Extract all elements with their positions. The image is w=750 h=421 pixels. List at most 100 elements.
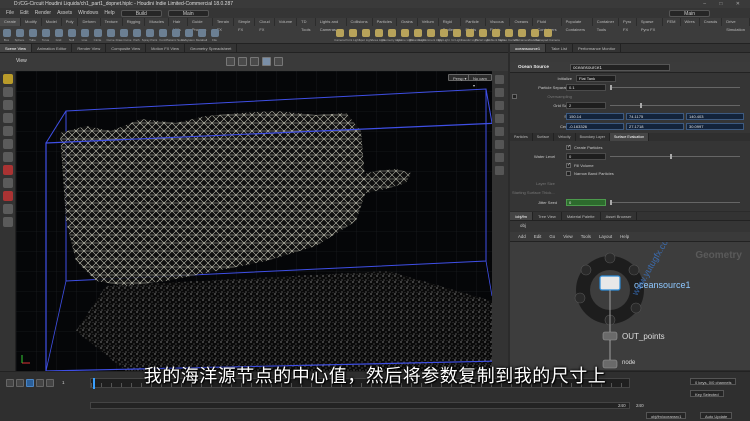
center-x-field[interactable]: -0.163326 — [566, 123, 624, 130]
subtab-surface-evaluation[interactable]: Surface Evaluation — [609, 133, 650, 141]
shelf-tool[interactable]: Line — [78, 28, 91, 42]
tab-material-palette[interactable]: Material Palette — [562, 212, 601, 220]
grid-scale-slider[interactable] — [610, 103, 740, 108]
subtab-velocity[interactable]: Velocity — [554, 133, 576, 141]
shelf-tab[interactable]: Muscles — [145, 18, 169, 26]
size-y-field[interactable]: 74.1175 — [626, 113, 684, 120]
window-controls[interactable]: – □ ✕ — [703, 0, 746, 8]
shelf-tab[interactable]: Collisions — [347, 18, 373, 26]
grid-scale-field[interactable]: 2 — [566, 102, 606, 109]
shelf-tab[interactable]: Create — [0, 18, 22, 26]
network-editor[interactable]: Geometry oceansource1 OUT_points node ww… — [510, 242, 750, 370]
center-z-field[interactable]: 30.0997 — [686, 123, 744, 130]
shelf-tab[interactable]: Oceans — [510, 18, 534, 26]
shaded-icon[interactable] — [495, 101, 504, 110]
oversampling-checkbox[interactable] — [512, 94, 517, 99]
shelf-tab[interactable]: Wires — [681, 18, 700, 26]
subtab-particles[interactable]: Particles — [510, 133, 533, 141]
menu-render[interactable]: Render — [35, 10, 51, 16]
net-menu-layout[interactable]: Layout — [599, 234, 612, 239]
close-button[interactable]: ✕ — [736, 1, 746, 7]
water-level-slider[interactable] — [610, 154, 740, 159]
shelf-tool[interactable]: VR Camera — [514, 28, 529, 42]
menu-assets[interactable]: Assets — [57, 10, 72, 16]
right-desktop-selector[interactable]: Main — [669, 9, 710, 17]
jitter-seed-field[interactable]: 0 — [566, 199, 606, 206]
tab-composite-view[interactable]: Composite View — [106, 44, 147, 52]
create-particles-checkbox[interactable] — [566, 144, 571, 150]
shelf-tab[interactable]: TD Tools — [297, 18, 316, 32]
rotate-tool-icon[interactable] — [3, 100, 13, 110]
shelf-tab[interactable]: Deform — [78, 18, 101, 26]
network-path[interactable]: obj — [520, 223, 526, 228]
shelf-tool[interactable]: Spray Paint — [142, 28, 157, 42]
jitter-seed-slider[interactable] — [610, 200, 740, 205]
shelf-tab[interactable]: Volume — [275, 18, 298, 26]
tab-oceansource1[interactable]: oceansource1 — [510, 44, 547, 52]
menu-file[interactable]: File — [6, 10, 14, 16]
net-menu-tools[interactable]: Tools — [581, 234, 591, 239]
tab-network[interactable]: /obj/fm — [510, 212, 534, 220]
fill-volume-checkbox[interactable] — [566, 162, 571, 168]
shelf-tab[interactable]: Particles — [373, 18, 397, 26]
auto-update-button[interactable]: Auto Update — [700, 412, 733, 419]
shelf-tab[interactable]: Model — [42, 18, 62, 26]
points-icon[interactable] — [495, 140, 504, 149]
select-mode-icon[interactable] — [226, 57, 235, 66]
menu-edit[interactable]: Edit — [20, 10, 29, 16]
shelf-tool[interactable]: Gamepad Camera — [535, 28, 560, 42]
shelf-tab[interactable]: Crowds — [700, 18, 723, 26]
3d-viewport[interactable]: Persp ▾ No cam ▾ — [16, 71, 492, 371]
shelf-tab[interactable]: Populate Containers — [562, 18, 593, 32]
display-icon[interactable] — [262, 57, 271, 66]
shelf-tool[interactable]: Null — [65, 28, 78, 42]
shelf-tab[interactable]: Sparse Pyro FX — [637, 18, 664, 32]
tab-motion-fx-view[interactable]: Motion FX View — [146, 44, 186, 52]
shelf-tab[interactable]: Pyro FX — [619, 18, 637, 32]
shelf-tool[interactable]: Camera — [333, 28, 346, 42]
normals-icon[interactable] — [495, 153, 504, 162]
shelf-tab[interactable]: FEM — [663, 18, 681, 26]
shelf-tool[interactable]: Sphere — [13, 28, 26, 42]
net-menu-help[interactable]: Help — [620, 234, 629, 239]
shelf-tab[interactable]: Simple FX — [234, 18, 256, 32]
shelf-tab[interactable]: Particle Fluids — [461, 18, 486, 32]
transform-tool-icon[interactable] — [3, 87, 13, 97]
shelf-tool[interactable]: Environment Light — [418, 28, 443, 42]
tab-performance-monitor[interactable]: Performance Monitor — [573, 44, 622, 52]
ghost-icon[interactable] — [495, 127, 504, 136]
bbox-icon[interactable] — [495, 166, 504, 175]
snap-icon[interactable] — [238, 57, 247, 66]
shelf-tab[interactable]: Grains — [397, 18, 418, 26]
shelf-tab[interactable]: Viscous Fluids — [486, 18, 511, 32]
shelf-tool[interactable]: Circle — [91, 28, 104, 42]
subtab-surface[interactable]: Surface — [533, 133, 555, 141]
particle-separation-slider[interactable] — [610, 85, 740, 90]
lighting-icon[interactable] — [495, 114, 504, 123]
tab-take-list[interactable]: Take List — [546, 44, 573, 52]
center-y-field[interactable]: 27.1718 — [626, 123, 684, 130]
select-tool-icon[interactable] — [3, 74, 13, 84]
shelf-tool[interactable]: Point Light — [345, 28, 360, 42]
display-options-icon[interactable] — [495, 75, 504, 84]
out-points-node-label[interactable]: OUT_points — [622, 332, 665, 341]
minimize-button[interactable]: – — [703, 1, 712, 7]
render-region-icon[interactable] — [3, 165, 13, 175]
tab-asset-browser[interactable]: Asset Browser — [601, 212, 638, 220]
brush-tool-icon[interactable] — [3, 204, 13, 214]
tab-render-view[interactable]: Render View — [72, 44, 107, 52]
net-menu-go[interactable]: Go — [549, 234, 555, 239]
shelf-tool[interactable]: Torus — [39, 28, 52, 42]
net-menu-view[interactable]: View — [563, 234, 572, 239]
water-level-field[interactable]: 0 — [566, 153, 606, 160]
shelf-tool[interactable]: Platonic Solids — [166, 28, 185, 42]
shelf-tool[interactable]: Spot Light — [359, 28, 372, 42]
shelf-tool[interactable]: Box — [0, 28, 13, 42]
shelf-tool[interactable]: Sky Light — [437, 28, 450, 42]
wireframe-icon[interactable] — [495, 88, 504, 97]
tab-scene-view[interactable]: Scene View — [0, 44, 33, 52]
shelf-tool[interactable]: Draw Curve — [116, 28, 131, 42]
size-x-field[interactable]: 150.14 — [566, 113, 624, 120]
paint-tool-icon[interactable] — [3, 178, 13, 188]
range-end-2[interactable]: 240 — [636, 403, 644, 408]
